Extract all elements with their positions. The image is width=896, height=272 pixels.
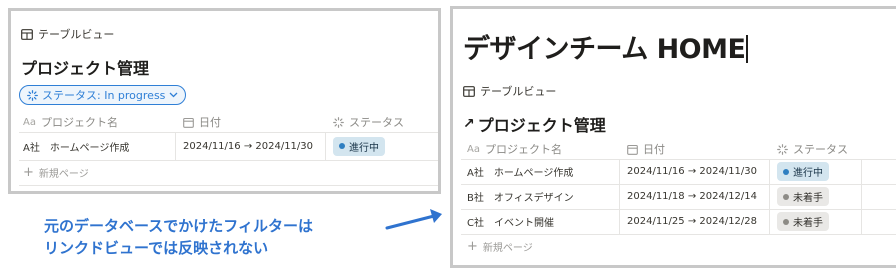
table-divider — [19, 185, 438, 186]
column-header-name[interactable]: Aa プロジェクト名 — [23, 114, 118, 130]
table-row-name[interactable]: A社 ホームページ作成 — [467, 159, 573, 184]
status-dot-icon — [783, 218, 789, 225]
table-row-name[interactable]: B社 オフィスデザイン — [467, 184, 574, 209]
status-dot-icon — [783, 193, 789, 200]
view-tab-table[interactable]: テーブルビュー — [21, 26, 114, 42]
table-row-name[interactable]: C社 イベント開催 — [467, 209, 554, 234]
column-header-status[interactable]: ステータス — [333, 114, 404, 130]
column-header-date[interactable]: 日付 — [183, 114, 221, 130]
calendar-icon — [627, 144, 638, 155]
plus-icon: + — [467, 239, 478, 254]
status-dot-icon — [783, 168, 789, 175]
new-page-button[interactable]: + 新規ページ — [23, 165, 89, 180]
status-badge: 進行中 — [777, 162, 829, 181]
status-spinner-icon — [333, 116, 344, 128]
column-divider — [861, 159, 862, 234]
text-property-icon: Aa — [467, 143, 480, 155]
table-row-status[interactable]: 未着手 — [777, 209, 829, 234]
text-cursor — [746, 35, 749, 63]
column-divider — [325, 132, 326, 160]
status-dot-icon — [339, 143, 345, 149]
table-row-status[interactable]: 進行中 — [333, 132, 385, 160]
status-spinner-icon — [27, 89, 38, 101]
link-arrow-icon: ↗ — [463, 116, 475, 132]
column-divider — [175, 132, 176, 160]
table-icon — [463, 85, 475, 97]
chevron-down-icon — [169, 92, 178, 98]
table-row-status[interactable]: 未着手 — [777, 184, 829, 209]
annotation-text: 元のデータベースでかけたフィルターは リンクドビューでは反映されない — [44, 215, 313, 259]
linked-database-title[interactable]: ↗ プロジェクト管理 — [463, 112, 606, 136]
annotation-line-2: リンクドビューでは反映されない — [44, 239, 269, 257]
page-title[interactable]: デザインチーム HOME — [463, 27, 749, 66]
column-header-status[interactable]: ステータス — [777, 141, 848, 157]
callout-arrow — [385, 209, 442, 230]
view-tab-label: テーブルビュー — [38, 28, 115, 41]
status-spinner-icon — [777, 143, 788, 155]
table-row-date[interactable]: 2024/11/16 → 2024/11/30 — [627, 159, 757, 184]
plus-icon: + — [23, 165, 34, 180]
table-row-date[interactable]: 2024/11/25 → 2024/12/28 — [627, 209, 757, 234]
table-divider — [19, 160, 438, 161]
column-divider — [769, 159, 770, 234]
database-title[interactable]: プロジェクト管理 — [21, 55, 149, 79]
table-row-date[interactable]: 2024/11/18 → 2024/12/14 — [627, 184, 757, 209]
table-row-date[interactable]: 2024/11/16 → 2024/11/30 — [183, 132, 313, 160]
table-icon — [21, 28, 33, 40]
column-header-name[interactable]: Aa プロジェクト名 — [467, 141, 562, 157]
original-database-panel: テーブルビュー プロジェクト管理 ステータス: In progress Aa プ… — [8, 8, 441, 194]
new-page-button[interactable]: + 新規ページ — [467, 239, 533, 254]
table-row-status[interactable]: 進行中 — [777, 159, 829, 184]
status-filter-chip[interactable]: ステータス: In progress — [19, 85, 187, 105]
linked-view-panel: デザインチーム HOME テーブルビュー ↗ プロジェクト管理 Aa プロジェク… — [450, 6, 896, 268]
column-divider — [619, 159, 620, 234]
text-property-icon: Aa — [23, 116, 36, 128]
status-badge: 進行中 — [333, 136, 385, 156]
status-filter-label: ステータス: In progress — [42, 89, 166, 102]
status-badge: 未着手 — [777, 212, 829, 231]
annotation-line-1: 元のデータベースでかけたフィルターは — [44, 217, 313, 235]
column-header-date[interactable]: 日付 — [627, 141, 665, 157]
table-divider — [461, 234, 896, 235]
table-row-name[interactable]: A社 ホームページ作成 — [23, 132, 129, 160]
view-tab-label: テーブルビュー — [480, 85, 557, 98]
calendar-icon — [183, 117, 194, 128]
status-badge: 未着手 — [777, 187, 829, 206]
view-tab-table[interactable]: テーブルビュー — [463, 83, 556, 99]
